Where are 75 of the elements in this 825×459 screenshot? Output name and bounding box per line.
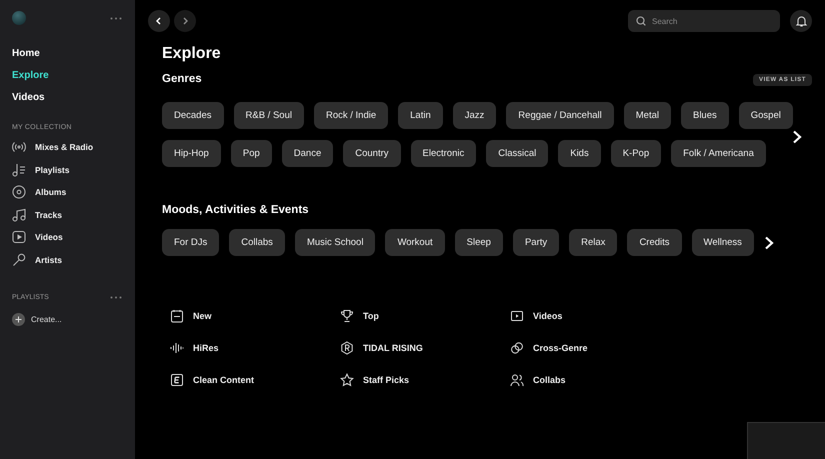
- mood-chip[interactable]: Collabs: [229, 229, 285, 256]
- hexagon-r-icon: [340, 341, 354, 355]
- nav-link[interactable]: Home: [12, 47, 122, 60]
- genre-chip[interactable]: Kids: [558, 140, 601, 167]
- notifications-button[interactable]: [790, 10, 812, 32]
- letter-e-icon: [170, 373, 184, 387]
- music-note-icon: [12, 208, 26, 222]
- nav-link[interactable]: Explore: [12, 69, 122, 82]
- more-icon[interactable]: [110, 296, 122, 298]
- category-link[interactable]: Cross-Genre: [533, 343, 588, 353]
- category-link[interactable]: Videos: [533, 311, 562, 321]
- window-thumbnail[interactable]: [747, 422, 825, 459]
- nav-link[interactable]: Videos: [12, 91, 122, 104]
- genre-chip[interactable]: Reggae / Dancehall: [506, 102, 614, 129]
- mood-chip[interactable]: For DJs: [162, 229, 220, 256]
- collection-link[interactable]: Playlists: [35, 164, 70, 174]
- genre-chip[interactable]: K-Pop: [610, 140, 662, 167]
- mood-chip[interactable]: Workout: [385, 229, 445, 256]
- star-icon: [340, 373, 354, 387]
- microphone-icon: [12, 252, 26, 266]
- genre-chip[interactable]: R&B / Soul: [234, 102, 304, 129]
- plus-icon[interactable]: [12, 312, 25, 326]
- genre-chip[interactable]: Folk / Americana: [671, 140, 766, 167]
- collection-link[interactable]: Tracks: [35, 210, 62, 220]
- people-icon: [510, 373, 524, 387]
- back-button[interactable]: [148, 10, 170, 32]
- collection-link[interactable]: Artists: [35, 254, 62, 264]
- category-link[interactable]: Staff Picks: [363, 375, 410, 385]
- bell-icon: [796, 15, 806, 27]
- page-title: Explore: [162, 44, 222, 64]
- search-field[interactable]: Search: [628, 10, 780, 32]
- more-icon[interactable]: [110, 16, 122, 20]
- waveform-icon: [170, 341, 184, 355]
- radio-icon: [12, 140, 26, 154]
- playlist-icon: [12, 162, 26, 176]
- disc-icon: [12, 185, 26, 199]
- create-playlist-link[interactable]: Create...: [31, 314, 62, 324]
- mood-chip[interactable]: Sleep: [454, 229, 503, 256]
- category-link[interactable]: Collabs: [533, 375, 566, 385]
- category-link[interactable]: Clean Content: [193, 375, 254, 385]
- category-link[interactable]: HiRes: [193, 343, 219, 353]
- genre-chip[interactable]: Electronic: [410, 140, 476, 167]
- section-heading: Genres: [162, 72, 202, 87]
- rings-icon: [510, 341, 524, 355]
- mood-chip[interactable]: Wellness: [692, 229, 754, 256]
- category-link[interactable]: TIDAL RISING: [363, 343, 423, 353]
- chevron-left-icon: [155, 17, 163, 25]
- section-heading: Moods, Activities & Events: [162, 203, 310, 218]
- genre-chip[interactable]: Pop: [230, 140, 272, 167]
- genre-chip[interactable]: Blues: [680, 102, 729, 129]
- genre-chip[interactable]: Latin: [398, 102, 443, 129]
- genre-chip[interactable]: Hip-Hop: [162, 140, 221, 167]
- collection-link[interactable]: Albums: [35, 187, 66, 197]
- genre-chip[interactable]: Country: [343, 140, 400, 167]
- mood-chip[interactable]: Credits: [627, 229, 682, 256]
- genre-chip[interactable]: Dance: [282, 140, 334, 167]
- category-link[interactable]: New: [193, 311, 212, 321]
- genre-chip[interactable]: Decades: [162, 102, 224, 129]
- avatar-circle[interactable]: [12, 11, 26, 25]
- mood-chip[interactable]: Music School: [294, 229, 376, 256]
- genre-chip[interactable]: Jazz: [452, 102, 496, 129]
- collection-link[interactable]: Mixes & Radio: [35, 142, 94, 152]
- genre-chip[interactable]: Classical: [486, 140, 548, 167]
- collection-link[interactable]: Videos: [35, 232, 63, 242]
- genre-chip[interactable]: Rock / Indie: [314, 102, 388, 129]
- chevron-right-icon: [181, 17, 189, 25]
- trophy-icon: [340, 309, 354, 323]
- genre-chip[interactable]: Gospel: [738, 102, 793, 129]
- play-icon: [510, 309, 524, 323]
- calendar-icon: [170, 309, 184, 323]
- play-icon: [12, 230, 26, 244]
- genre-chip[interactable]: Metal: [624, 102, 671, 129]
- mood-chip[interactable]: Party: [512, 229, 560, 256]
- category-link[interactable]: Top: [363, 311, 379, 321]
- mood-chip[interactable]: Relax: [569, 229, 618, 256]
